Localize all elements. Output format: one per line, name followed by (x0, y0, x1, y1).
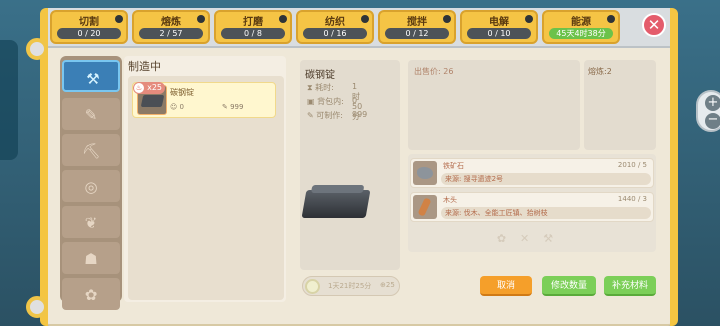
modify-quantity-button[interactable]: 修改数量 (542, 276, 596, 296)
detail-bag-row: ▣ 背包内: 0 (307, 96, 358, 106)
wood-icon (413, 195, 437, 219)
material-source: 来源: 伐木、全能工匠镇、拾树枝 (441, 207, 651, 219)
energy-remaining: 45天4时38分 (549, 28, 613, 39)
clock-icon (305, 279, 320, 294)
quantity-badge: ♨ x25 (133, 82, 165, 94)
cancel-button[interactable]: 取消 (480, 276, 532, 296)
sidebar-item-helmet[interactable]: ☗ (62, 242, 120, 274)
sidebar-item-pen[interactable]: ✎ (62, 98, 120, 130)
material-count: 1440 / 3 (617, 195, 647, 203)
tab-progress: 0 / 10 (467, 28, 531, 39)
left-side-panel (0, 40, 18, 160)
hammer-icon: ⛏ (82, 142, 102, 160)
rock-shape (417, 167, 433, 179)
tab-progress: 0 / 8 (221, 28, 285, 39)
gear-decoration-bottom-icon (26, 296, 48, 318)
tab-progress: 2 / 57 (139, 28, 203, 39)
gear-icon (115, 15, 123, 23)
list-title: 制造中 (128, 60, 161, 73)
tab-progress: 0 / 16 (303, 28, 367, 39)
ingot-top (310, 185, 365, 193)
queue-count: ⊕25 (380, 281, 395, 289)
tab-progress: 0 / 20 (57, 28, 121, 39)
close-button[interactable]: ✕ (642, 13, 666, 37)
zoom-control[interactable]: + − (696, 90, 720, 132)
panel-frame-right (670, 8, 678, 326)
tab-weaving[interactable]: 纺织 0 / 16 (296, 10, 374, 44)
empty-material-slot: ✿✕⚒ (496, 232, 568, 245)
material-row-wood[interactable]: 木头 1440 / 3 来源: 伐木、全能工匠镇、拾树枝 (410, 192, 654, 222)
tab-cutting[interactable]: 切割 0 / 20 (50, 10, 128, 44)
tab-mixing[interactable]: 搅拌 0 / 12 (378, 10, 456, 44)
wood-shape (417, 197, 432, 217)
gear-icon (197, 15, 205, 23)
gear-icon (525, 15, 533, 23)
ingot-shape (140, 95, 165, 107)
helmet-icon: ☗ (84, 250, 98, 268)
refill-materials-button[interactable]: 补充材料 (604, 276, 656, 296)
detail-time-row: ⧗ 耗时: 1时50分 (307, 82, 363, 121)
timer-text: 1天21时25分 (328, 282, 372, 290)
material-name: 铁矿石 (443, 162, 464, 170)
sidebar-item-tools[interactable]: ⚒ (62, 60, 120, 92)
pan-icon: ♨ (134, 83, 144, 93)
tab-electrolysis[interactable]: 电解 0 / 10 (460, 10, 538, 44)
leaf-icon: ❦ (84, 214, 98, 232)
tab-polishing[interactable]: 打磨 0 / 8 (214, 10, 292, 44)
gear-icon (361, 15, 369, 23)
steel-ingot-large-icon (301, 185, 371, 218)
material-count: 2010 / 5 (617, 161, 647, 169)
detail-title: 碳钢锭 (305, 70, 335, 81)
gear-icon (279, 15, 287, 23)
sidebar-item-shell[interactable]: ◎ (62, 170, 120, 202)
material-source: 来源: 搜寻遗迹2号 (441, 173, 651, 185)
sidebar-item-leaf[interactable]: ❦ (62, 206, 120, 238)
item-meta-left: ☺ 0 (170, 103, 184, 111)
zoom-out-icon[interactable]: − (705, 113, 720, 129)
sidebar-item-pickaxe[interactable]: ⛏ (62, 134, 120, 166)
cog-icon: ✿ (84, 286, 98, 304)
shell-icon: ◎ (84, 178, 98, 196)
melt-value: 熔炼:2 (588, 67, 612, 76)
item-meta-right: ✎ 999 (222, 103, 244, 111)
material-name: 木头 (443, 196, 457, 204)
gear-decoration-top-icon (26, 38, 48, 60)
tab-energy[interactable]: 能源 45天4时38分 (542, 10, 620, 44)
item-name: 碳钢锭 (170, 88, 194, 97)
zoom-in-icon[interactable]: + (705, 95, 720, 111)
sidebar-item-cog[interactable]: ✿ (62, 278, 120, 310)
pickaxe-icon: ⚒ (86, 70, 100, 88)
category-sidebar: ⚒ ✎ ⛏ ◎ ❦ ☗ ✿ (60, 56, 122, 310)
gear-icon (607, 15, 615, 23)
gear-icon (443, 15, 451, 23)
material-row-iron-ore[interactable]: 铁矿石 2010 / 5 来源: 搜寻遗迹2号 (410, 158, 654, 188)
sell-price: 出售价: 26 (414, 67, 454, 76)
pen-icon: ✎ (84, 106, 98, 124)
tab-smelting[interactable]: 熔炼 2 / 57 (132, 10, 210, 44)
tab-progress: 0 / 12 (385, 28, 449, 39)
rock-icon (413, 161, 437, 185)
detail-craftable-row: ✎ 可制作: 999 (307, 110, 368, 120)
crafting-timer: 1天21时25分 ⊕25 (302, 276, 400, 296)
